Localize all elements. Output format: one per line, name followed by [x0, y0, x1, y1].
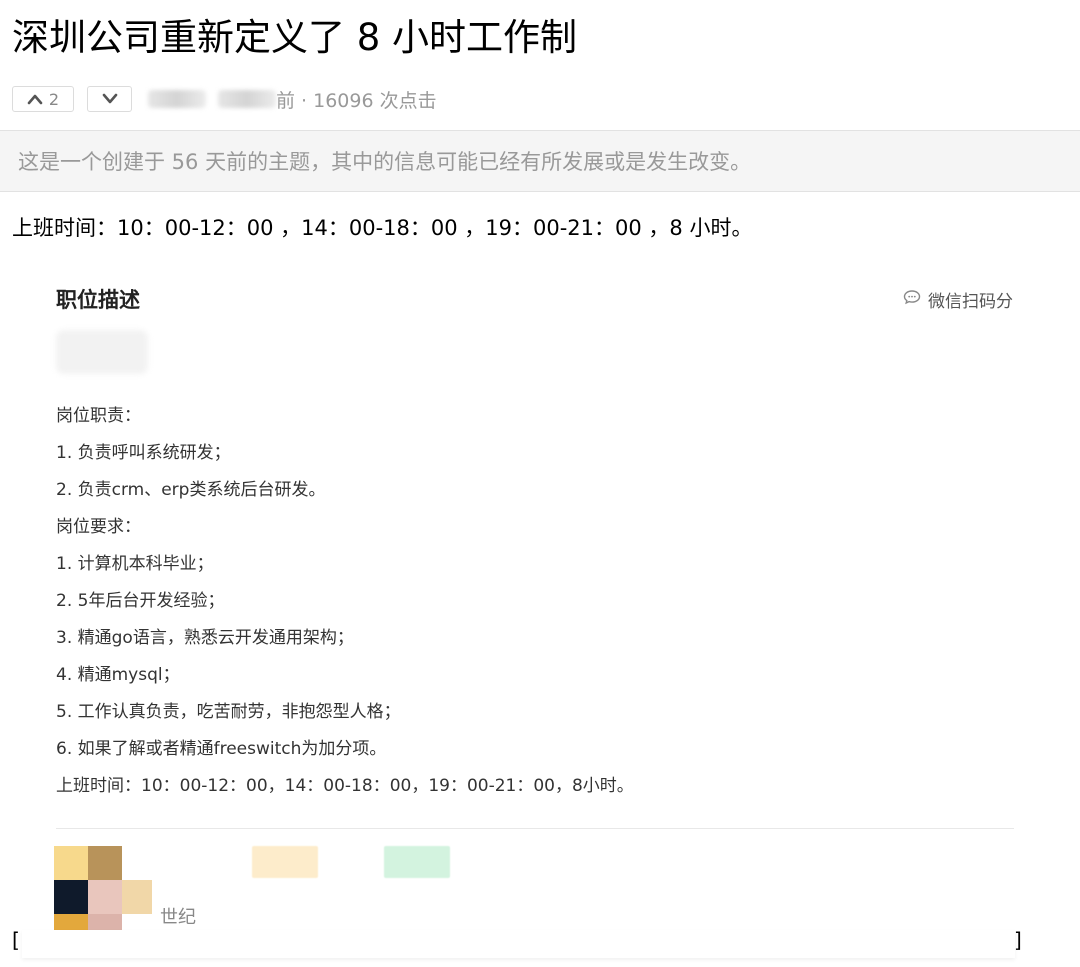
image-frame-edge — [22, 930, 1015, 958]
list-item: 3. 精通go语言，熟悉云开发通用架构； — [56, 628, 354, 648]
chat-bubble-icon — [903, 289, 921, 310]
redacted-block — [56, 330, 148, 374]
list-item: 1. 负责呼叫系统研发； — [56, 443, 231, 463]
list-item: 2. 负责crm、erp类系统后台研发。 — [56, 480, 326, 500]
redacted-tag — [252, 846, 318, 878]
redacted-username — [148, 90, 206, 108]
post-meta: 前 · 16096 次点击 — [148, 86, 437, 112]
post-meta-text: 前 · 16096 次点击 — [276, 89, 437, 112]
list-item: 1. 计算机本科毕业； — [56, 554, 214, 574]
redacted-time — [218, 90, 276, 108]
right-bracket: ] — [1014, 928, 1022, 952]
share-label: 微信扫码分 — [928, 292, 1013, 312]
list-item: 2. 5年后台开发经验； — [56, 591, 225, 611]
divider — [56, 828, 1014, 829]
left-bracket: [ — [12, 928, 20, 952]
list-item: 4. 精通mysql； — [56, 665, 180, 685]
list-item: 5. 工作认真负责，吃苦耐劳，非抱怨型人格； — [56, 702, 401, 722]
company-name-fragment: 世纪 — [160, 907, 196, 928]
stale-topic-notice: 这是一个创建于 56 天前的主题，其中的信息可能已经有所发展或是发生改变。 — [0, 130, 1080, 192]
downvote-button[interactable] — [87, 86, 132, 112]
list-item: 岗位要求： — [56, 517, 141, 537]
post-body-text: 上班时间：10：00-12：00 ，14：00-18：00 ，19：00-21：… — [12, 216, 753, 240]
notice-text: 这是一个创建于 56 天前的主题，其中的信息可能已经有所发展或是发生改变。 — [18, 150, 752, 174]
post-title: 深圳公司重新定义了 8 小时工作制 — [12, 16, 578, 59]
wechat-share-link[interactable]: 微信扫码分 — [903, 287, 1016, 312]
list-item: 上班时间：10：00-12：00，14：00-18：00，19：00-21：00… — [56, 776, 634, 796]
chevron-down-icon — [102, 93, 118, 105]
redacted-tag — [384, 846, 450, 878]
upvote-count: 2 — [48, 89, 60, 109]
job-requirements-list: 岗位职责： 1. 负责呼叫系统研发； 2. 负责crm、erp类系统后台研发。 … — [56, 398, 634, 805]
job-description-heading: 职位描述 — [56, 288, 140, 312]
upvote-button[interactable]: 2 — [12, 86, 74, 112]
list-item: 岗位职责： — [56, 406, 141, 426]
chevron-up-icon — [27, 93, 43, 105]
list-item: 6. 如果了解或者精通freeswitch为加分项。 — [56, 739, 387, 759]
